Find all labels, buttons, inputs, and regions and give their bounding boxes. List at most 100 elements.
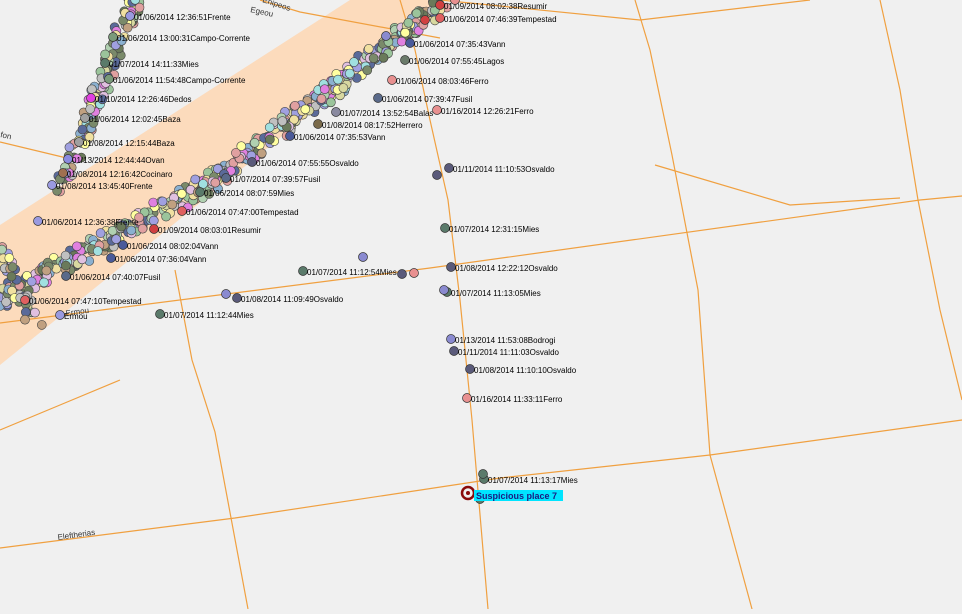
event-point[interactable] — [432, 170, 442, 180]
cluster-point — [41, 265, 52, 276]
cluster-point — [137, 223, 148, 234]
cluster-point — [61, 260, 71, 271]
event-marker[interactable]: 01/06/2014 12:36:51Frente — [125, 11, 232, 23]
event-marker[interactable]: 01/07/2014 11:12:44Mies — [155, 309, 254, 321]
event-marker[interactable]: 01/07/2014 11:12:54Mies — [298, 266, 397, 278]
event-point[interactable] — [397, 269, 407, 279]
event-marker[interactable]: 01/08/2014 12:16:42Cocinaro — [58, 168, 173, 180]
map-svg[interactable]: fonEgeouEleftheriasErmouEnipeos 01/09/20… — [0, 0, 962, 610]
cluster-point — [362, 65, 373, 75]
cluster-point — [4, 253, 15, 263]
cluster-point — [333, 74, 343, 85]
event-label: 01/08/2014 11:10:10Osvaldo — [474, 366, 577, 375]
event-marker[interactable]: 01/06/2014 07:46:39Tempestad — [435, 13, 557, 25]
event-marker[interactable]: 01/06/2014 08:03:46Ferro — [387, 75, 490, 87]
event-point[interactable] — [358, 252, 368, 262]
event-label: 01/06/2014 07:40:07Fusil — [70, 273, 161, 282]
cluster-point — [231, 148, 241, 158]
cluster-point — [93, 246, 103, 256]
event-marker[interactable]: 01/08/2014 11:09:49Osvaldo — [232, 293, 344, 305]
event-marker[interactable]: 01/06/2014 07:47:10Tempestad — [20, 295, 142, 307]
event-label: 01/07/2014 11:13:17Mies — [488, 476, 578, 485]
cluster-point — [6, 271, 17, 282]
event-label: 01/06/2014 07:55:55Osvaldo — [256, 159, 359, 168]
event-marker[interactable]: 01/11/2014 11:11:03Osvaldo — [449, 346, 560, 358]
event-marker[interactable]: 01/06/2014 07:35:53Vann — [285, 131, 386, 143]
event-label: 01/07/2014 12:31:15Mies — [449, 225, 539, 234]
event-point[interactable] — [409, 268, 419, 278]
event-marker[interactable]: 01/10/2014 12:26:46Dedos — [86, 93, 192, 105]
event-marker[interactable]: 01/08/2014 11:10:10Osvaldo — [465, 364, 577, 376]
cluster-point — [277, 116, 288, 126]
event-marker[interactable]: 01/06/2014 12:02:45Baza — [80, 113, 182, 125]
event-marker[interactable]: 01/06/2014 07:39:47Fusil — [373, 93, 473, 105]
cluster-point — [64, 142, 75, 153]
event-marker[interactable]: 01/06/2014 07:55:45Lagos — [400, 55, 505, 67]
cluster-point — [72, 241, 82, 252]
cluster-point — [403, 17, 414, 28]
cluster-point — [338, 83, 349, 93]
cluster-point — [77, 254, 87, 265]
event-marker[interactable]: 01/07/2014 12:31:15Mies — [440, 223, 540, 235]
event-marker[interactable]: 01/06/2014 07:47:00Tempestad — [177, 206, 299, 218]
event-marker[interactable]: 01/11/2014 11:10:53Osvaldo — [444, 163, 556, 175]
event-label: 01/06/2014 07:46:39Tempestad — [444, 15, 557, 24]
event-label: 01/06/2014 12:36:51Frente — [134, 13, 231, 22]
event-marker[interactable]: 01/08/2014 08:17:52Herrero — [313, 119, 424, 131]
event-marker[interactable]: 01/06/2014 12:36:38Frente — [33, 216, 140, 228]
cluster-point — [149, 215, 159, 226]
event-point[interactable] — [478, 469, 488, 479]
event-marker[interactable]: 01/06/2014 08:02:04Vann — [118, 240, 219, 252]
event-label: 01/16/2014 11:33:11Ferro — [471, 395, 563, 404]
cluster-point — [126, 225, 137, 236]
event-marker[interactable]: 01/06/2014 08:07:59Mies — [195, 187, 295, 199]
event-label: 01/07/2014 07:39:57Fusil — [230, 175, 321, 184]
event-label: 01/06/2014 07:47:00Tempestad — [186, 208, 299, 217]
cluster-point — [161, 211, 171, 222]
event-label: 01/08/2014 13:45:40Frente — [56, 182, 153, 191]
event-marker[interactable]: 01/07/2014 11:13:05Mies — [442, 287, 541, 299]
event-marker[interactable]: 01/08/2014 13:45:40Frente — [47, 180, 154, 192]
event-marker[interactable]: 01/06/2014 07:55:55Osvaldo — [247, 157, 360, 169]
event-label: 01/06/2014 07:35:53Vann — [294, 133, 386, 142]
event-marker[interactable]: 01/16/2014 11:33:11Ferro — [462, 393, 563, 405]
cluster-point — [316, 94, 327, 104]
cluster-point — [319, 84, 330, 94]
cluster-point — [363, 43, 374, 54]
event-marker[interactable]: Ermou — [55, 310, 88, 322]
event-marker[interactable]: 01/07/2014 13:52:54Balas — [331, 107, 434, 119]
event-marker[interactable]: 01/06/2014 07:36:04Vann — [106, 253, 207, 265]
cluster-point — [396, 36, 407, 47]
event-marker[interactable]: 01/08/2014 12:15:44Baza — [74, 137, 176, 149]
event-label: 01/08/2014 08:17:52Herrero — [322, 121, 423, 130]
event-point[interactable] — [221, 289, 231, 299]
cluster-point — [326, 97, 336, 108]
event-marker[interactable]: 01/13/2014 11:53:08Bodrogi — [446, 334, 556, 346]
event-point[interactable] — [439, 285, 449, 295]
cluster-point — [26, 276, 37, 287]
event-marker[interactable]: 01/06/2014 07:40:07Fusil — [61, 271, 161, 283]
event-label: 01/06/2014 07:47:10Tempestad — [29, 297, 142, 306]
cluster-point — [256, 148, 267, 159]
event-marker[interactable]: 01/06/2014 13:00:31Campo-Corrente — [108, 32, 251, 44]
map-canvas[interactable]: fon Egeou Eleftherias Ermou Enipeos 01/09/20… — [0, 0, 962, 610]
event-point[interactable] — [420, 15, 430, 25]
cluster-point — [36, 320, 47, 330]
event-label: 01/11/2014 11:11:03Osvaldo — [458, 348, 560, 357]
event-marker[interactable]: 01/07/2014 11:13:17Mies — [479, 474, 578, 486]
event-marker[interactable]: 01/08/2014 12:22:12Osvaldo — [446, 262, 559, 274]
cluster-point — [190, 174, 200, 185]
event-marker[interactable]: 01/16/2014 12:26:21Ferro — [432, 105, 535, 117]
event-label: 01/07/2014 13:52:54Balas — [340, 109, 433, 118]
event-label: 01/11/2014 11:10:53Osvaldo — [453, 165, 555, 174]
event-marker[interactable]: 01/07/2014 14:11:33Mies — [100, 58, 199, 70]
event-marker[interactable]: 01/07/2014 07:39:57Fusil — [221, 173, 321, 185]
event-label: 01/06/2014 13:00:31Campo-Corrente — [117, 34, 251, 43]
event-label: Ermou — [64, 312, 88, 321]
event-label: 01/07/2014 14:11:33Mies — [109, 60, 199, 69]
event-marker[interactable]: 01/09/2014 08:03:01Resumir — [149, 224, 262, 236]
event-point[interactable] — [381, 31, 391, 41]
event-marker[interactable]: 01/06/2014 11:54:48Campo-Corrente — [104, 74, 246, 86]
event-marker[interactable]: 01/13/2014 12:44:44Ovan — [63, 154, 165, 166]
event-marker[interactable]: 01/06/2014 07:35:43Vann — [405, 38, 506, 50]
